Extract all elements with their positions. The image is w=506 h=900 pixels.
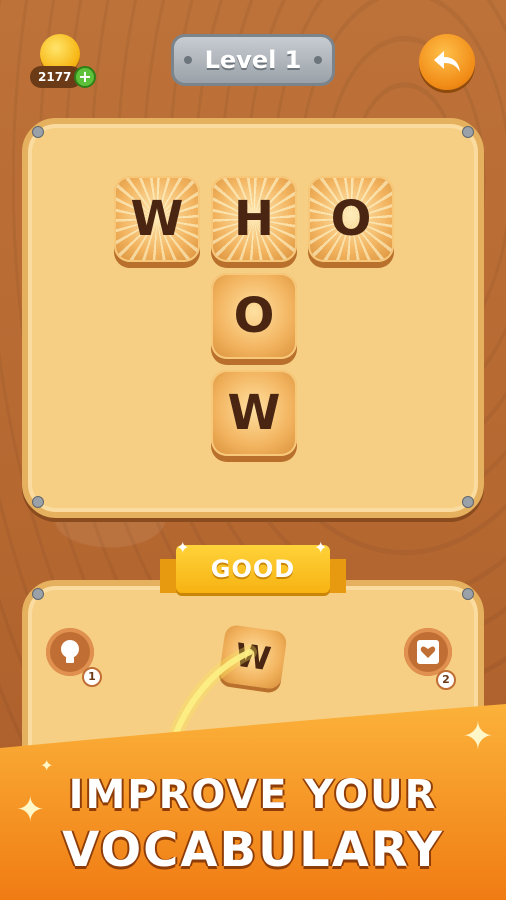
undo-arrow-icon — [434, 51, 460, 72]
rivet-icon — [184, 56, 192, 64]
screw-icon — [32, 126, 44, 138]
heart-card-icon — [417, 640, 439, 664]
add-coins-button[interactable]: + — [74, 66, 96, 88]
letter-tile: O — [308, 176, 394, 262]
letter-tile: W — [211, 370, 297, 456]
screw-icon — [32, 496, 44, 508]
screw-icon — [32, 588, 44, 600]
screw-icon — [462, 588, 474, 600]
shuffle-count-badge: 2 — [436, 670, 456, 690]
sparkle-icon: ✦ — [462, 714, 494, 758]
screw-icon — [462, 126, 474, 138]
screw-icon — [462, 496, 474, 508]
letter-tile: O — [211, 273, 297, 359]
letter-tile: H — [211, 176, 297, 262]
rivet-icon — [314, 56, 322, 64]
sparkle-icon: ✦ — [40, 756, 54, 775]
promo-line-1: IMPROVE YOUR — [68, 772, 438, 818]
promo-line-2: VOCABULARY — [62, 822, 444, 878]
hint-count-badge: 1 — [82, 667, 102, 687]
sparkle-icon: ✦ — [176, 538, 190, 557]
level-plate: Level 1 — [171, 34, 335, 86]
letter-tile: W — [114, 176, 200, 262]
sparkle-icon: ✦ — [314, 538, 328, 557]
back-button[interactable] — [419, 34, 475, 90]
sparkle-icon: ✦ — [16, 790, 45, 830]
lightbulb-icon — [61, 640, 79, 663]
shuffle-button[interactable] — [404, 628, 452, 676]
promo-banner: IMPROVE YOUR VOCABULARY ✦ ✦ ✦ — [0, 700, 506, 900]
ribbon-text: GOOD — [176, 545, 330, 593]
level-label: Level 1 — [204, 46, 302, 74]
